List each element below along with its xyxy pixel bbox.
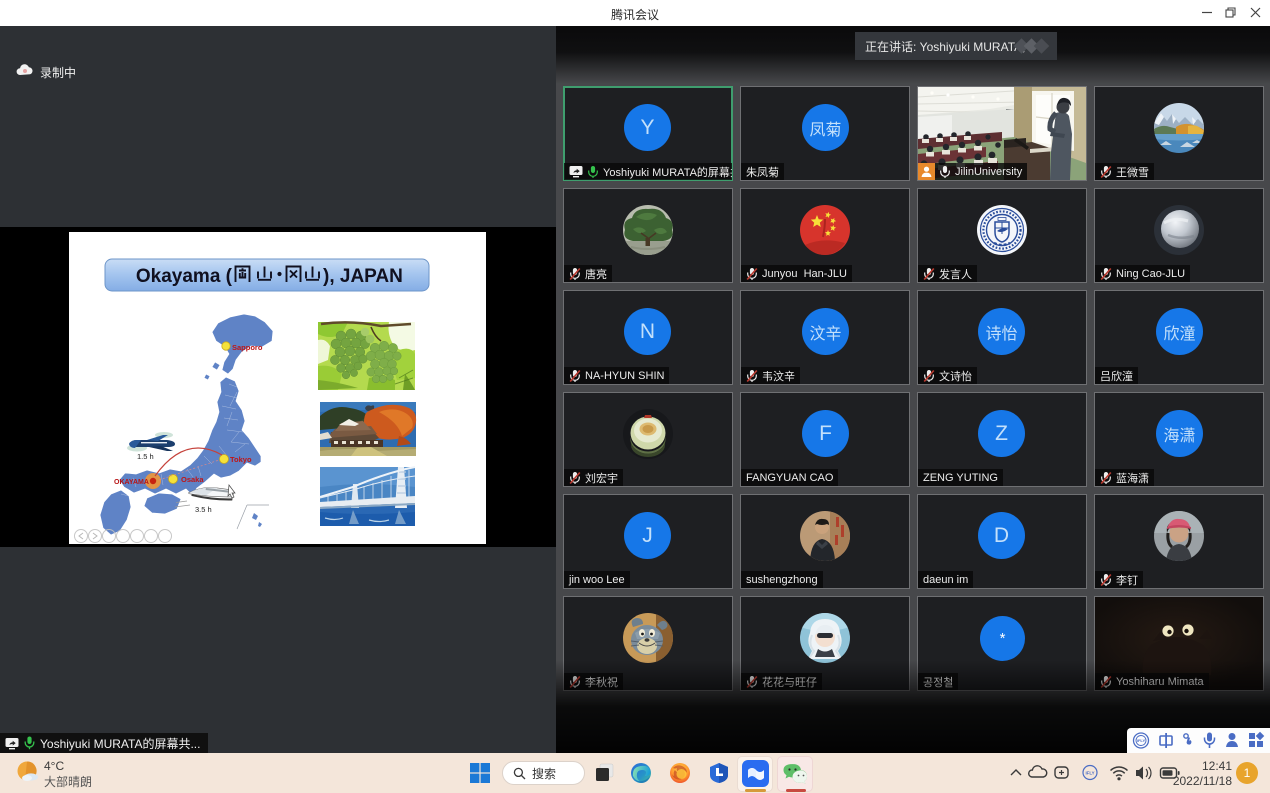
svg-text:Osaka: Osaka [181,475,204,484]
svg-text:iFLY: iFLY [1137,738,1146,743]
svg-text:OKAYAMA: OKAYAMA [114,479,149,486]
svg-text:), JAPAN: ), JAPAN [323,266,403,287]
svg-text:Tokyo: Tokyo [230,455,252,464]
svg-text:Sapporo: Sapporo [232,343,263,352]
svg-text:3.5 h: 3.5 h [195,505,212,514]
svg-text:iFLY: iFLY [1085,771,1094,776]
svg-text:Okayama (: Okayama ( [136,266,233,287]
svg-text:1.5 h: 1.5 h [137,452,154,461]
